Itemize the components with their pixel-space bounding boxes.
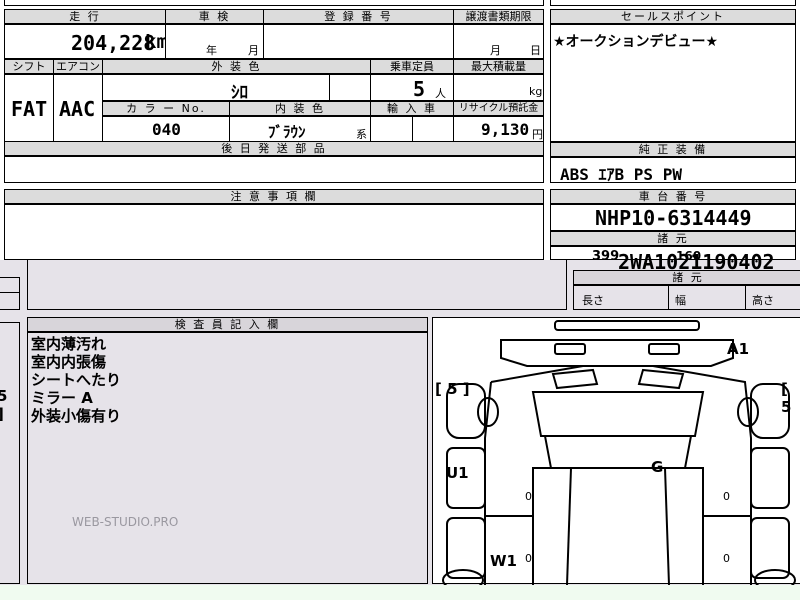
chassis-value: NHP10-6314449 (595, 206, 752, 230)
max-load-cell: kg (453, 74, 544, 101)
note-line: 外装小傷有り (31, 407, 122, 425)
inspection-year-label: 年 (206, 44, 217, 57)
specs-width-cell: 幅 (668, 285, 746, 310)
chassis-header: 車 台 番 号 (550, 189, 796, 204)
color-no-header: カ ラ ー No. (102, 101, 230, 116)
max-load-header: 最大積載量 (453, 59, 544, 74)
interior-color-header: 内 装 色 (229, 101, 371, 116)
zero-mark: 0 (525, 490, 532, 503)
inspection-month-label: 月 (248, 44, 259, 57)
mileage-cell: 204,228 km (4, 24, 168, 59)
max-load-unit: kg (529, 85, 543, 98)
inspection-header: 車 検 (165, 9, 264, 24)
height-label: 高さ (752, 294, 774, 307)
note-line: 室内内張傷 (31, 353, 107, 371)
later-parts-header: 後 日 発 送 部 品 (4, 141, 544, 156)
shift-value: FAT (11, 97, 48, 121)
bottom-strip (0, 585, 800, 600)
exterior-color-extra (329, 74, 371, 101)
mileage-header: 走 行 (4, 9, 166, 24)
recycle-header: リサイクル預託金 (453, 101, 544, 116)
color-no-value: 040 (152, 120, 181, 139)
note-line: ミラー A (31, 389, 93, 407)
exterior-color-value: ｼﾛ (231, 83, 248, 103)
specs-height-cell: 高さ (745, 285, 800, 310)
right-bracket: [ 5 (781, 380, 792, 416)
width-label: 幅 (675, 294, 686, 307)
registration-header: 登 録 番 号 (263, 9, 454, 24)
exterior-color-cell: ｼﾛ (102, 74, 330, 103)
note-line: シートへたり (31, 371, 122, 389)
import-cell-b (412, 116, 454, 142)
interior-color-value: ﾌﾞﾗｳﾝ (268, 123, 306, 141)
transfer-day-label: 日 (530, 44, 541, 57)
zero-mark: 0 (525, 552, 532, 565)
transfer-header: 譲渡書類期限 (453, 9, 544, 24)
recycle-unit: 円 (532, 128, 543, 141)
sales-point-text: ★オークションデビュー★ (553, 34, 719, 50)
recycle-cell: 9,130 円 (453, 116, 544, 142)
overlap-code: 2WA1021190402 (618, 250, 775, 274)
recycle-value: 9,130 (481, 120, 530, 139)
equipment-cell: ABS ｴｱB PS PW (550, 157, 796, 184)
shift-header: シフト (4, 59, 54, 74)
specs-length-cell: 長さ (573, 285, 669, 310)
overlap-small-number: 399 (592, 249, 620, 264)
import-cell-a (370, 116, 413, 142)
transfer-month-label: 月 (490, 44, 501, 57)
car-diagram-icon (442, 320, 796, 585)
sales-point-cell: ★オークションデビュー★ (550, 24, 796, 142)
zero-mark: 0 (723, 490, 730, 503)
label-g: G (651, 458, 664, 476)
length-label: 長さ (582, 294, 604, 307)
car-diagram-panel: A1 G U1 W1 [ 5 ] [ 5 0 0 0 0 (432, 317, 800, 585)
cautions-cell (4, 204, 544, 260)
interior-color-cell: ﾌﾞﾗｳﾝ 系 (229, 116, 371, 142)
upper-gray-panel (27, 260, 567, 310)
capacity-cell: 5 人 (370, 74, 454, 101)
capacity-value: 5 (413, 77, 426, 101)
aircon-header: エアコン (53, 59, 103, 74)
equipment-header: 純 正 装 備 (550, 142, 796, 157)
aircon-value: AAC (59, 97, 96, 121)
top-strip (4, 0, 544, 6)
chassis-cell: NHP10-6314449 (550, 204, 796, 231)
interior-color-suffix: 系 (356, 128, 367, 141)
watermark: WEB-STUDIO.PRO (72, 515, 179, 529)
capacity-header: 乗車定員 (370, 59, 454, 74)
specs-header-upper: 諸 元 (550, 231, 796, 246)
color-no-cell: 040 (102, 116, 230, 142)
top-strip-right (550, 0, 796, 6)
exterior-color-header: 外 装 色 (102, 59, 371, 74)
inspector-header: 検 査 員 記 入 欄 (27, 317, 428, 332)
sales-point-header: セールスポイント (550, 9, 796, 24)
registration-cell (263, 24, 454, 59)
zero-mark: 0 (723, 552, 730, 565)
import-header: 輸 入 車 (370, 101, 454, 116)
label-w1: W1 (490, 552, 517, 570)
mileage-value: 204,228 (71, 31, 156, 55)
inspection-cell: 年 月 (165, 24, 264, 59)
left-bracket: [ 5 ] (435, 380, 470, 398)
label-u1: U1 (446, 464, 469, 482)
equipment-value: ABS ｴｱB PS PW (560, 165, 682, 184)
shift-cell: FAT (4, 74, 54, 142)
transfer-cell: 月 日 (453, 24, 544, 59)
inspector-notes-panel: 室内薄汚れ 室内内張傷 シートへたり ミラー A 外装小傷有り WEB-STUD… (27, 332, 428, 584)
left-edge-panel: 5 ] (0, 322, 20, 584)
left-edge-box-top (0, 277, 20, 293)
left-edge-box (0, 292, 20, 310)
left-edge-digit: 5 ] (0, 387, 8, 423)
cautions-header: 注 意 事 項 欄 (4, 189, 544, 204)
note-line: 室内薄汚れ (31, 335, 107, 353)
aircon-cell: AAC (53, 74, 103, 142)
later-parts-cell (4, 156, 544, 183)
capacity-unit: 人 (435, 87, 446, 100)
label-a1: A1 (727, 340, 750, 358)
